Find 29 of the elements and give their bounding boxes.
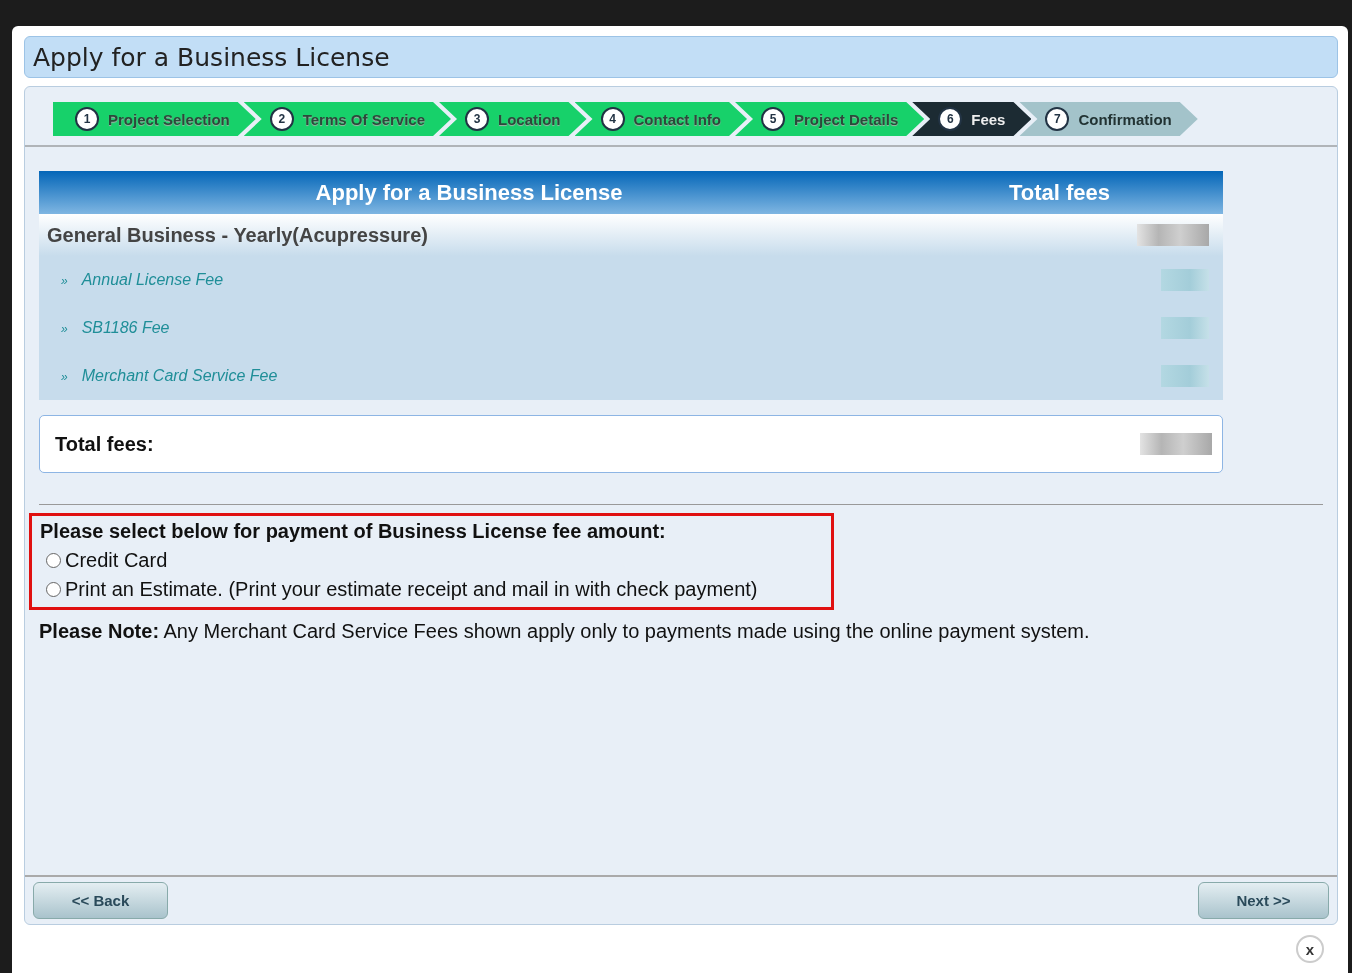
- redacted-amount: [1161, 269, 1209, 291]
- redacted-amount: [1137, 224, 1209, 246]
- wizard-step[interactable]: 4 Contact Info: [574, 102, 747, 136]
- fee-item: » Annual License Fee: [61, 271, 224, 289]
- next-button[interactable]: Next >>: [1198, 882, 1329, 919]
- close-button[interactable]: x: [1296, 935, 1324, 963]
- back-button[interactable]: << Back: [33, 882, 168, 919]
- wizard-step[interactable]: 5 Project Details: [735, 102, 925, 136]
- radio-button[interactable]: [46, 582, 61, 597]
- wizard-step[interactable]: 3 Location: [439, 102, 587, 136]
- radio-button[interactable]: [46, 553, 61, 568]
- redacted-amount: [1140, 433, 1212, 455]
- redacted-amount: [1161, 317, 1209, 339]
- fee-item: » SB1186 Fee: [61, 319, 170, 337]
- total-label: Total fees:: [55, 432, 154, 456]
- column-header: Apply for a Business License: [314, 179, 624, 206]
- wizard-step[interactable]: 7 Confirmation: [1019, 102, 1198, 136]
- wizard-step[interactable]: 1 Project Selection: [53, 102, 256, 136]
- note-text: Please Note: Any Merchant Card Service Fees shown apply only to payments made using the online payment system.: [39, 620, 1091, 643]
- payment-prompt: Please select below for payment of Business License fee amount:: [40, 520, 667, 543]
- column-header: Total fees: [1008, 179, 1112, 206]
- wizard-step[interactable]: 2 Terms Of Service: [243, 102, 451, 136]
- redacted-amount: [1161, 365, 1209, 387]
- option-label[interactable]: Credit Card: [65, 549, 168, 572]
- wizard-step[interactable]: 6 Fees: [912, 102, 1032, 136]
- fee-item: » Merchant Card Service Fee: [61, 367, 278, 385]
- option-label[interactable]: Print an Estimate. (Print your estimate receipt and mail in with check payment): [65, 578, 758, 601]
- dialog-title: Apply for a Business License: [24, 36, 1338, 78]
- group-label: General Business - Yearly(Acupressure): [47, 223, 428, 247]
